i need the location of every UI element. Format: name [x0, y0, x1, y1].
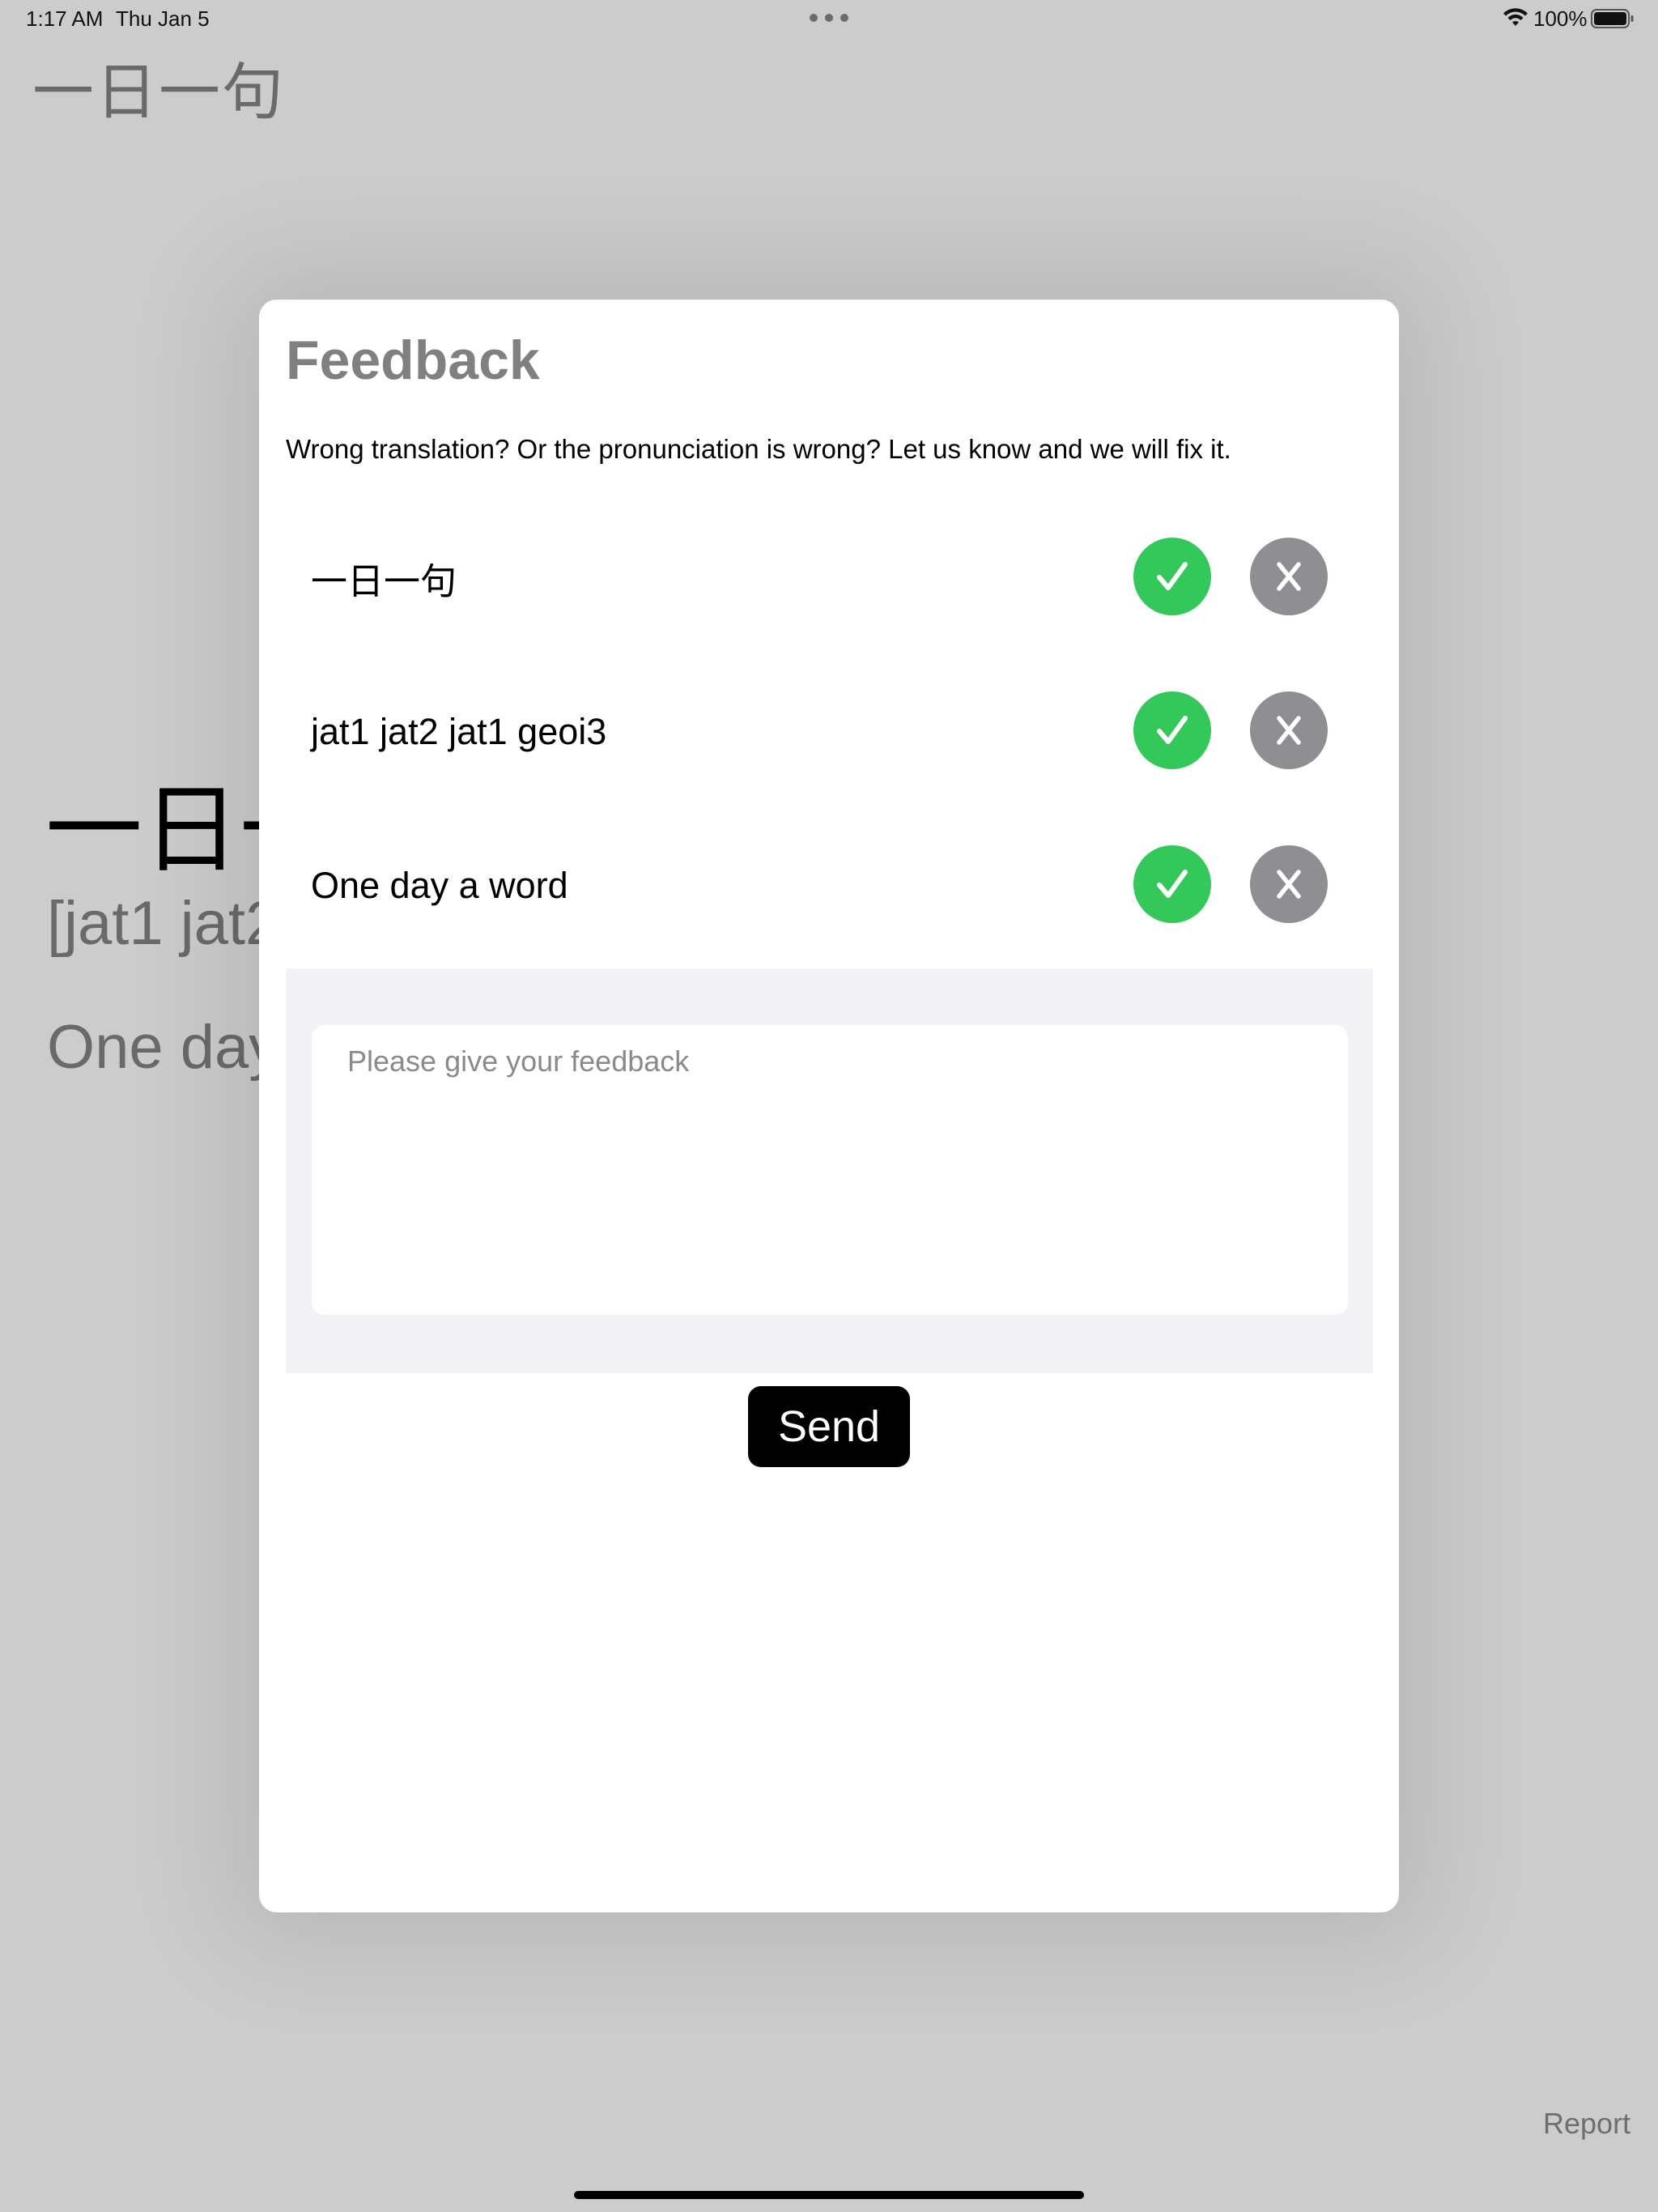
pronunciation-text: [jat1 jat2	[47, 889, 280, 958]
modal-title: Feedback	[286, 330, 540, 391]
checkmark-icon	[1157, 716, 1188, 744]
status-time: 1:17 AM	[26, 6, 104, 31]
mark-correct-button[interactable]	[1133, 691, 1211, 769]
app-title: 一日一句	[32, 56, 285, 128]
home-indicator[interactable]	[574, 2191, 1084, 2199]
x-icon	[1277, 562, 1301, 591]
multitask-dots-icon[interactable]	[810, 11, 848, 24]
x-icon	[1277, 716, 1301, 745]
mark-wrong-button[interactable]	[1250, 538, 1328, 615]
feedback-row-pronunciation: jat1 jat2 jat1 geoi3	[259, 691, 1399, 772]
mark-correct-button[interactable]	[1133, 845, 1211, 923]
feedback-modal: Feedback Wrong translation? Or the pronu…	[259, 300, 1399, 1912]
wifi-icon	[1503, 8, 1528, 26]
feedback-row-translation: One day a word	[259, 845, 1399, 926]
feedback-row-phrase: 一日一句	[259, 538, 1399, 619]
battery-icon	[1591, 9, 1634, 28]
mark-correct-button[interactable]	[1133, 538, 1211, 615]
app-screen: 1:17 AM Thu Jan 5 100% 一日一句 一日一 [jat1 ja…	[0, 0, 1658, 2212]
send-button[interactable]: Send	[748, 1386, 910, 1467]
checkmark-icon	[1157, 562, 1188, 590]
checkmark-icon	[1157, 870, 1188, 898]
row-label: One day a word	[311, 865, 568, 906]
modal-description: Wrong translation? Or the pronunciation …	[286, 434, 1231, 464]
row-label: jat1 jat2 jat1 geoi3	[311, 711, 607, 752]
row-label: 一日一句	[311, 559, 457, 603]
status-date: Thu Jan 5	[116, 6, 210, 31]
x-icon	[1277, 870, 1301, 899]
feedback-panel	[286, 968, 1373, 1373]
battery-percent: 100%	[1533, 6, 1588, 31]
report-link[interactable]: Report	[1543, 2107, 1630, 2141]
feedback-textarea[interactable]	[312, 1025, 1348, 1315]
mark-wrong-button[interactable]	[1250, 691, 1328, 769]
mark-wrong-button[interactable]	[1250, 845, 1328, 923]
translation-text: One day	[47, 1013, 280, 1082]
